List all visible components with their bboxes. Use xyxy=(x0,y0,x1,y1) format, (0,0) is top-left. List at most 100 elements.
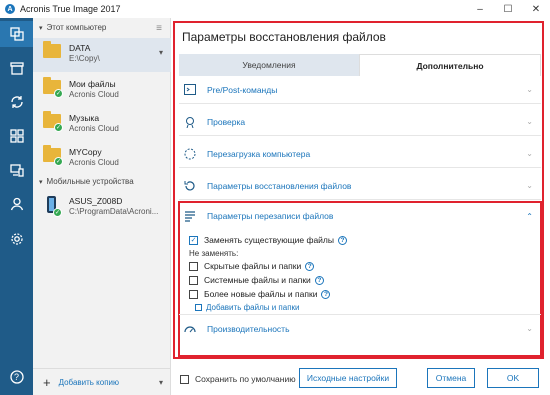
window-title: Acronis True Image 2017 xyxy=(20,4,121,14)
plus-icon[interactable]: + xyxy=(43,375,51,390)
close-button[interactable]: ✕ xyxy=(522,0,550,18)
section-label: Производительность xyxy=(207,323,290,334)
hidden-files-option[interactable]: Скрытые файлы и папки ? xyxy=(189,261,315,271)
devices-icon[interactable] xyxy=(0,157,33,183)
newer-files-checkbox[interactable] xyxy=(189,289,198,299)
section-this-computer[interactable]: ▾ Этот компьютер xyxy=(39,23,106,32)
section-pre-post-commands[interactable]: Pre/Post-команды ⌄ xyxy=(179,76,541,104)
section-label: Этот компьютер xyxy=(46,23,107,32)
restart-icon xyxy=(183,147,197,161)
do-not-replace-label: Не заменять: xyxy=(189,249,239,258)
settings-panel: Параметры восстановления файлов Уведомле… xyxy=(171,18,550,395)
section-label: Проверка xyxy=(207,116,246,127)
minimize-button[interactable]: – xyxy=(466,0,494,18)
backup-item-data[interactable]: DATA E:\Copy\ ▾ xyxy=(33,38,171,72)
system-files-checkbox[interactable] xyxy=(189,275,198,285)
section-overwrite-options[interactable]: Параметры перезаписи файлов ⌃ xyxy=(179,202,541,230)
check-icon: ✓ xyxy=(54,89,63,98)
backup-item-device[interactable]: ✓ ASUS_Z008D C:\ProgramData\Acroni... xyxy=(33,191,171,225)
backup-name: MYCopy xyxy=(69,147,102,157)
check-icon: ✓ xyxy=(54,157,63,166)
newer-files-option[interactable]: Более новые файлы и папки ? xyxy=(189,289,331,299)
chevron-down-icon: ▾ xyxy=(39,24,43,32)
backup-destination: Acronis Cloud xyxy=(69,124,119,133)
chevron-down-icon: ⌄ xyxy=(526,324,533,333)
tab-bar: Уведомления Дополнительно xyxy=(179,54,541,76)
hidden-files-checkbox[interactable] xyxy=(189,261,198,271)
panel-footer: Сохранить по умолчанию Исходные настройк… xyxy=(171,363,550,395)
device-path: C:\ProgramData\Acroni... xyxy=(69,207,159,216)
option-label: Заменять существующие файлы xyxy=(204,235,335,245)
chevron-down-icon: ⌄ xyxy=(526,117,533,126)
cancel-button[interactable]: Отмена xyxy=(427,368,475,388)
help-icon[interactable]: ? xyxy=(0,364,33,390)
replace-existing-option[interactable]: ✓ Заменять существующие файлы ? xyxy=(189,235,348,245)
settings-icon[interactable] xyxy=(0,226,33,252)
acronis-logo-icon: A xyxy=(5,4,15,14)
help-icon[interactable]: ? xyxy=(314,275,324,285)
backup-name: Мои файлы xyxy=(69,79,116,89)
save-default-label: Сохранить по умолчанию xyxy=(195,374,296,384)
window-controls: – ☐ ✕ xyxy=(466,0,550,18)
section-label: Pre/Post-команды xyxy=(207,84,278,95)
help-icon[interactable]: ? xyxy=(305,261,315,271)
option-label: Скрытые файлы и папки xyxy=(204,261,302,271)
section-validation[interactable]: Проверка ⌄ xyxy=(179,108,541,136)
save-default-checkbox[interactable] xyxy=(180,374,189,384)
backup-item-music[interactable]: ✓ Музыка Acronis Cloud xyxy=(33,108,171,142)
option-label: Системные файлы и папки xyxy=(204,275,311,285)
backup-item-mycopy[interactable]: ✓ MYCopy Acronis Cloud xyxy=(33,142,171,176)
sync-icon[interactable] xyxy=(0,89,33,115)
replace-existing-checkbox[interactable]: ✓ xyxy=(189,235,198,245)
check-icon: ✓ xyxy=(54,123,63,132)
backup-sidebar: ▾ Этот компьютер ≡ DATA E:\Copy\ ▾ ✓ Мои… xyxy=(33,18,171,395)
copy-icon[interactable] xyxy=(0,21,33,47)
system-files-option[interactable]: Системные файлы и папки ? xyxy=(189,275,324,285)
chevron-down-icon: ⌄ xyxy=(526,149,533,158)
section-restart[interactable]: Перезагрузка компьютера ⌄ xyxy=(179,140,541,168)
section-performance[interactable]: Производительность ⌄ xyxy=(179,314,541,342)
account-icon[interactable] xyxy=(0,191,33,217)
chevron-up-icon: ⌃ xyxy=(526,211,533,221)
restore-icon xyxy=(183,179,197,193)
add-files-link[interactable]: Добавить файлы и папки xyxy=(195,303,300,312)
backup-item-my-files[interactable]: ✓ Мои файлы Acronis Cloud xyxy=(33,74,171,108)
chevron-down-icon: ▾ xyxy=(39,178,43,186)
tab-notifications[interactable]: Уведомления xyxy=(179,54,359,76)
backup-destination: Acronis Cloud xyxy=(69,90,119,99)
section-label: Параметры перезаписи файлов xyxy=(207,211,334,221)
reset-defaults-button[interactable]: Исходные настройки xyxy=(299,368,397,388)
folder-icon xyxy=(43,41,61,58)
tab-advanced[interactable]: Дополнительно xyxy=(359,54,541,76)
main-nav: ? xyxy=(0,18,33,395)
backup-destination: Acronis Cloud xyxy=(69,158,119,167)
section-mobile-devices[interactable]: ▾ Мобильные устройства xyxy=(39,177,134,186)
overwrite-icon xyxy=(183,209,197,223)
help-icon[interactable]: ? xyxy=(321,289,331,299)
page-title: Параметры восстановления файлов xyxy=(182,30,386,44)
section-label: Мобильные устройства xyxy=(46,177,134,186)
chevron-down-icon: ⌄ xyxy=(526,85,533,94)
chevron-down-icon[interactable]: ▾ xyxy=(159,378,163,387)
add-copy-button[interactable]: Добавить копию xyxy=(59,378,119,387)
backup-name: Музыка xyxy=(69,113,100,123)
menu-icon[interactable]: ≡ xyxy=(156,23,162,34)
check-icon: ✓ xyxy=(53,208,62,217)
backup-name: DATA xyxy=(69,43,91,53)
save-default-option[interactable]: Сохранить по умолчанию xyxy=(180,374,296,384)
help-icon[interactable]: ? xyxy=(338,235,348,245)
add-files-icon xyxy=(195,304,202,311)
chevron-down-icon: ⌄ xyxy=(526,181,533,190)
add-copy-bar: + Добавить копию ▾ xyxy=(33,368,171,395)
ok-button[interactable]: OK xyxy=(487,368,539,388)
maximize-button[interactable]: ☐ xyxy=(494,0,522,18)
section-recovery-options[interactable]: Параметры восстановления файлов ⌄ xyxy=(179,172,541,200)
chevron-down-icon[interactable]: ▾ xyxy=(159,48,163,57)
backup-destination: E:\Copy\ xyxy=(69,54,100,63)
help-label: ? xyxy=(13,372,19,382)
dashboard-icon[interactable] xyxy=(0,123,33,149)
add-files-label: Добавить файлы и папки xyxy=(206,303,300,312)
section-label: Параметры восстановления файлов xyxy=(207,180,352,191)
device-name: ASUS_Z008D xyxy=(69,196,123,206)
archive-icon[interactable] xyxy=(0,55,33,81)
